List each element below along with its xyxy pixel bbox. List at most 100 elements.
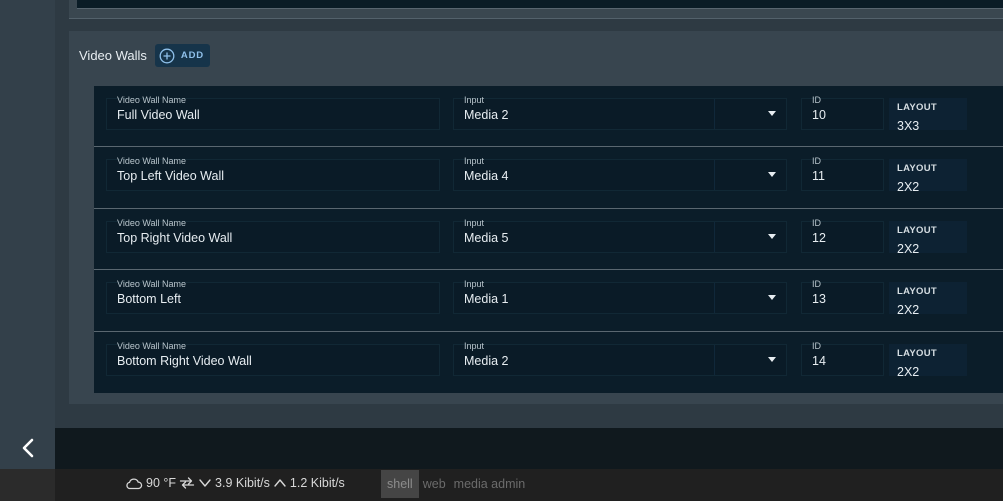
dropdown-caret-icon: [768, 295, 776, 301]
id-label: ID: [812, 279, 821, 290]
input-value: Media 1: [464, 292, 509, 307]
id-value: 13: [812, 292, 826, 307]
video-wall-name-label: Video Wall Name: [117, 217, 187, 228]
id-label: ID: [812, 340, 821, 351]
video-wall-name-value: Top Right Video Wall: [117, 230, 233, 245]
input-select-divider: [714, 221, 715, 252]
video-wall-name-label: Video Wall Name: [117, 95, 187, 105]
video-wall-row: Video Wall Name Top Right Video Wall Inp…: [94, 209, 1003, 271]
input-value: Media 2: [464, 108, 509, 122]
input-select-divider: [714, 160, 715, 191]
id-value: 12: [812, 230, 826, 245]
layout-label: LAYOUT: [897, 347, 937, 359]
input-select-divider: [714, 344, 715, 375]
left-sidebar: [0, 0, 55, 469]
layout-value: 2X2: [897, 303, 920, 318]
tab-media-admin[interactable]: media admin: [450, 470, 530, 498]
video-wall-name-label: Video Wall Name: [117, 340, 187, 351]
layout-display: LAYOUT 2X2: [889, 343, 967, 379]
previous-section-list: [77, 0, 1003, 9]
id-value: 14: [812, 353, 826, 368]
dropdown-caret-icon: [768, 111, 776, 116]
video-wall-name-value: Full Video Wall: [117, 108, 200, 122]
input-select[interactable]: Input Media 4: [453, 156, 787, 192]
video-wall-name-field[interactable]: Video Wall Name Top Left Video Wall: [106, 156, 440, 192]
layout-label: LAYOUT: [897, 163, 937, 175]
layout-display: LAYOUT 2X2: [889, 282, 967, 318]
chevron-down-icon: [199, 479, 211, 487]
video-wall-row: Video Wall Name Full Video Wall Input Me…: [94, 86, 1003, 148]
system-bar-left-block: [0, 469, 55, 501]
collapse-sidebar-button[interactable]: [0, 427, 55, 469]
layout-label: LAYOUT: [897, 224, 937, 236]
input-select[interactable]: Input Media 5: [453, 217, 787, 253]
layout-display: LAYOUT 2X2: [889, 159, 967, 195]
video-walls-header: Video Walls ADD: [79, 44, 210, 67]
main-content: Video Walls ADD Video Wall Name Full Vid…: [55, 0, 1003, 428]
video-wall-name-label: Video Wall Name: [117, 279, 187, 290]
id-label: ID: [812, 95, 821, 105]
input-label: Input: [464, 217, 485, 228]
input-select-divider: [714, 99, 715, 129]
system-status: 90 °F 3.9 Kibit/s 1.2 Kibit/s: [125, 476, 345, 490]
id-field[interactable]: ID 11: [801, 156, 884, 192]
video-wall-row: Video Wall Name Top Left Video Wall Inpu…: [94, 147, 1003, 209]
video-walls-list: Video Wall Name Full Video Wall Input Me…: [94, 86, 1003, 393]
layout-display: LAYOUT 2X2: [889, 220, 967, 256]
chevron-left-icon: [22, 438, 33, 458]
video-wall-name-value: Bottom Left: [117, 292, 181, 307]
id-field[interactable]: ID 14: [801, 340, 884, 376]
input-label: Input: [464, 156, 485, 167]
layout-label: LAYOUT: [897, 286, 937, 298]
video-wall-name-field[interactable]: Video Wall Name Bottom Right Video Wall: [106, 340, 440, 376]
input-select[interactable]: Input Media 1: [453, 279, 787, 315]
tab-shell[interactable]: shell: [381, 470, 419, 498]
video-wall-row: Video Wall Name Bottom Left Input Media …: [94, 270, 1003, 332]
add-button-label: ADD: [180, 50, 204, 61]
input-label: Input: [464, 95, 485, 105]
id-value: 10: [812, 108, 826, 122]
layout-value: 2X2: [897, 241, 920, 256]
id-label: ID: [812, 156, 821, 167]
dropdown-caret-icon: [768, 172, 776, 178]
dropdown-caret-icon: [768, 233, 776, 239]
video-wall-name-label: Video Wall Name: [117, 156, 187, 167]
tab-web[interactable]: web: [419, 470, 450, 498]
video-wall-name-value: Top Left Video Wall: [117, 169, 225, 184]
input-value: Media 2: [464, 353, 509, 368]
input-label: Input: [464, 279, 485, 290]
id-field[interactable]: ID 13: [801, 279, 884, 315]
video-walls-section: Video Walls ADD Video Wall Name Full Vid…: [69, 31, 1003, 404]
id-label: ID: [812, 217, 821, 228]
cloud-icon: [126, 478, 143, 490]
plus-circle-icon: [159, 48, 175, 63]
system-status-bar: 90 °F 3.9 Kibit/s 1.2 Kibit/s shell web …: [0, 469, 1003, 501]
chevron-up-icon: [274, 479, 286, 487]
weather-temperature: 90 °F: [146, 476, 177, 490]
video-wall-name-field[interactable]: Video Wall Name Top Right Video Wall: [106, 217, 440, 253]
video-wall-name-field[interactable]: Video Wall Name Full Video Wall: [106, 95, 440, 130]
upload-rate: 1.2 Kibit/s: [289, 476, 345, 490]
workspace-tabs: shell web media admin: [381, 470, 529, 498]
add-video-wall-button[interactable]: ADD: [154, 44, 210, 67]
layout-display: LAYOUT 3X3: [889, 98, 967, 133]
layout-value: 2X2: [897, 364, 920, 379]
video-walls-title: Video Walls: [79, 48, 147, 63]
footer-strip: [55, 428, 1003, 469]
dropdown-caret-icon: [768, 356, 776, 362]
input-select[interactable]: Input Media 2: [453, 95, 787, 130]
id-field[interactable]: ID 12: [801, 217, 884, 253]
video-wall-name-field[interactable]: Video Wall Name Bottom Left: [106, 279, 440, 315]
video-wall-name-value: Bottom Right Video Wall: [117, 353, 252, 368]
previous-section-panel: [69, 0, 1003, 19]
layout-value: 2X2: [897, 180, 920, 195]
id-field[interactable]: ID 10: [801, 95, 884, 130]
layout-value: 3X3: [897, 119, 920, 133]
id-value: 11: [812, 169, 825, 184]
video-wall-row: Video Wall Name Bottom Right Video Wall …: [94, 332, 1003, 393]
transfer-icon: [179, 477, 195, 489]
input-label: Input: [464, 340, 485, 351]
download-rate: 3.9 Kibit/s: [215, 476, 270, 490]
input-select[interactable]: Input Media 2: [453, 340, 787, 376]
input-value: Media 5: [464, 230, 509, 245]
